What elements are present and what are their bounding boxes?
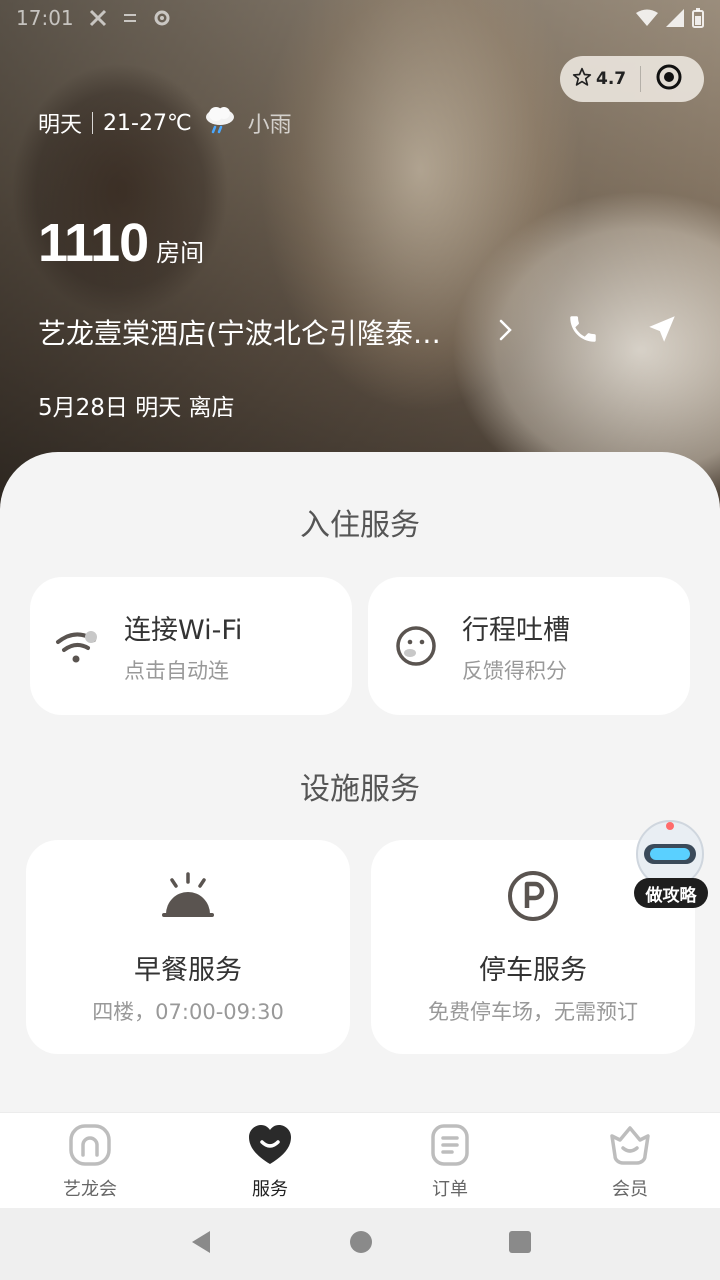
- status-time: 17:01: [16, 6, 74, 30]
- wifi-signal-icon: [636, 9, 658, 27]
- heart-smile-icon: [247, 1123, 293, 1167]
- weather-day: 明天: [38, 113, 83, 138]
- tab-label-service: 服务: [252, 1179, 288, 1200]
- checkin-services-title: 入住服务: [300, 508, 420, 543]
- breakfast-title: 早餐服务: [134, 955, 242, 986]
- tab-bar: 艺龙会 服务 订单 会员: [0, 1112, 720, 1208]
- weather-info: 明天 21-27℃ 小雨: [38, 106, 292, 140]
- feedback-title: 行程吐槽: [462, 614, 570, 646]
- cell-signal-icon: [666, 9, 684, 27]
- tab-label-member: 会员: [612, 1179, 648, 1200]
- vpn-icon: [88, 8, 108, 28]
- tab-orders[interactable]: 订单: [360, 1113, 540, 1208]
- close-target-button[interactable]: [655, 63, 683, 95]
- data-saver-icon: [122, 10, 138, 26]
- sunrise-icon: [26, 870, 350, 920]
- battery-icon: [692, 8, 704, 28]
- tab-service[interactable]: 服务: [180, 1113, 360, 1208]
- wifi-subtitle: 点击自动连: [124, 658, 229, 683]
- back-icon[interactable]: [188, 1229, 214, 1259]
- rain-cloud-icon: [204, 105, 236, 141]
- room-info: 1110 房间: [38, 212, 204, 274]
- feedback-face-icon: [392, 622, 440, 670]
- room-unit: 房间: [156, 239, 205, 267]
- tab-label-yilonghui: 艺龙会: [63, 1179, 117, 1200]
- settings-icon: [152, 8, 172, 28]
- recents-square-icon[interactable]: [508, 1230, 532, 1258]
- room-number: 1110: [38, 213, 149, 273]
- services-sheet: 入住服务 连接Wi-Fi 点击自动连 行程吐槽 反馈得积分 设施服务 早餐服务 …: [0, 452, 720, 1112]
- feedback-subtitle: 反馈得积分: [462, 658, 567, 683]
- wifi-icon: [54, 622, 102, 670]
- wifi-title: 连接Wi-Fi: [124, 614, 243, 646]
- status-bar: 17:01: [0, 0, 720, 36]
- home-icon: [68, 1123, 112, 1167]
- breakfast-subtitle: 四楼，07:00-09:30: [92, 1000, 284, 1024]
- feedback-card[interactable]: 行程吐槽 反馈得积分: [368, 577, 690, 715]
- checkout-date: 5月28日 明天 离店: [38, 395, 235, 421]
- rating-value: 4.7: [596, 69, 627, 89]
- star-icon: [572, 67, 592, 92]
- weather-temp: 21-27℃: [103, 110, 192, 136]
- chevron-right-icon[interactable]: [498, 318, 514, 346]
- mini-program-capsule: 4.7: [560, 56, 704, 102]
- tab-label-orders: 订单: [432, 1179, 468, 1200]
- facility-services-title: 设施服务: [300, 772, 420, 807]
- parking-title: 停车服务: [479, 955, 587, 986]
- weather-divider: [92, 112, 94, 134]
- capsule-divider: [640, 66, 642, 92]
- tab-member[interactable]: 会员: [540, 1113, 720, 1208]
- parking-subtitle: 免费停车场，无需预订: [428, 1000, 638, 1024]
- order-icon: [430, 1123, 470, 1167]
- member-icon: [608, 1123, 652, 1167]
- rating-button[interactable]: 4.7: [572, 67, 626, 92]
- wifi-card[interactable]: 连接Wi-Fi 点击自动连: [30, 577, 352, 715]
- hotel-name-link[interactable]: 艺龙壹棠酒店(宁波北仑引隆泰…: [38, 312, 468, 352]
- mascot-label[interactable]: 做攻略: [634, 878, 708, 908]
- home-circle-icon[interactable]: [349, 1230, 373, 1258]
- tab-yilonghui[interactable]: 艺龙会: [0, 1113, 180, 1208]
- hotel-row: 艺龙壹棠酒店(宁波北仑引隆泰…: [38, 308, 698, 356]
- phone-icon[interactable]: [566, 312, 600, 350]
- breakfast-card[interactable]: 早餐服务 四楼，07:00-09:30: [26, 840, 350, 1054]
- weather-condition: 小雨: [247, 113, 292, 138]
- system-nav-bar: [0, 1208, 720, 1280]
- navigation-icon[interactable]: [645, 312, 679, 350]
